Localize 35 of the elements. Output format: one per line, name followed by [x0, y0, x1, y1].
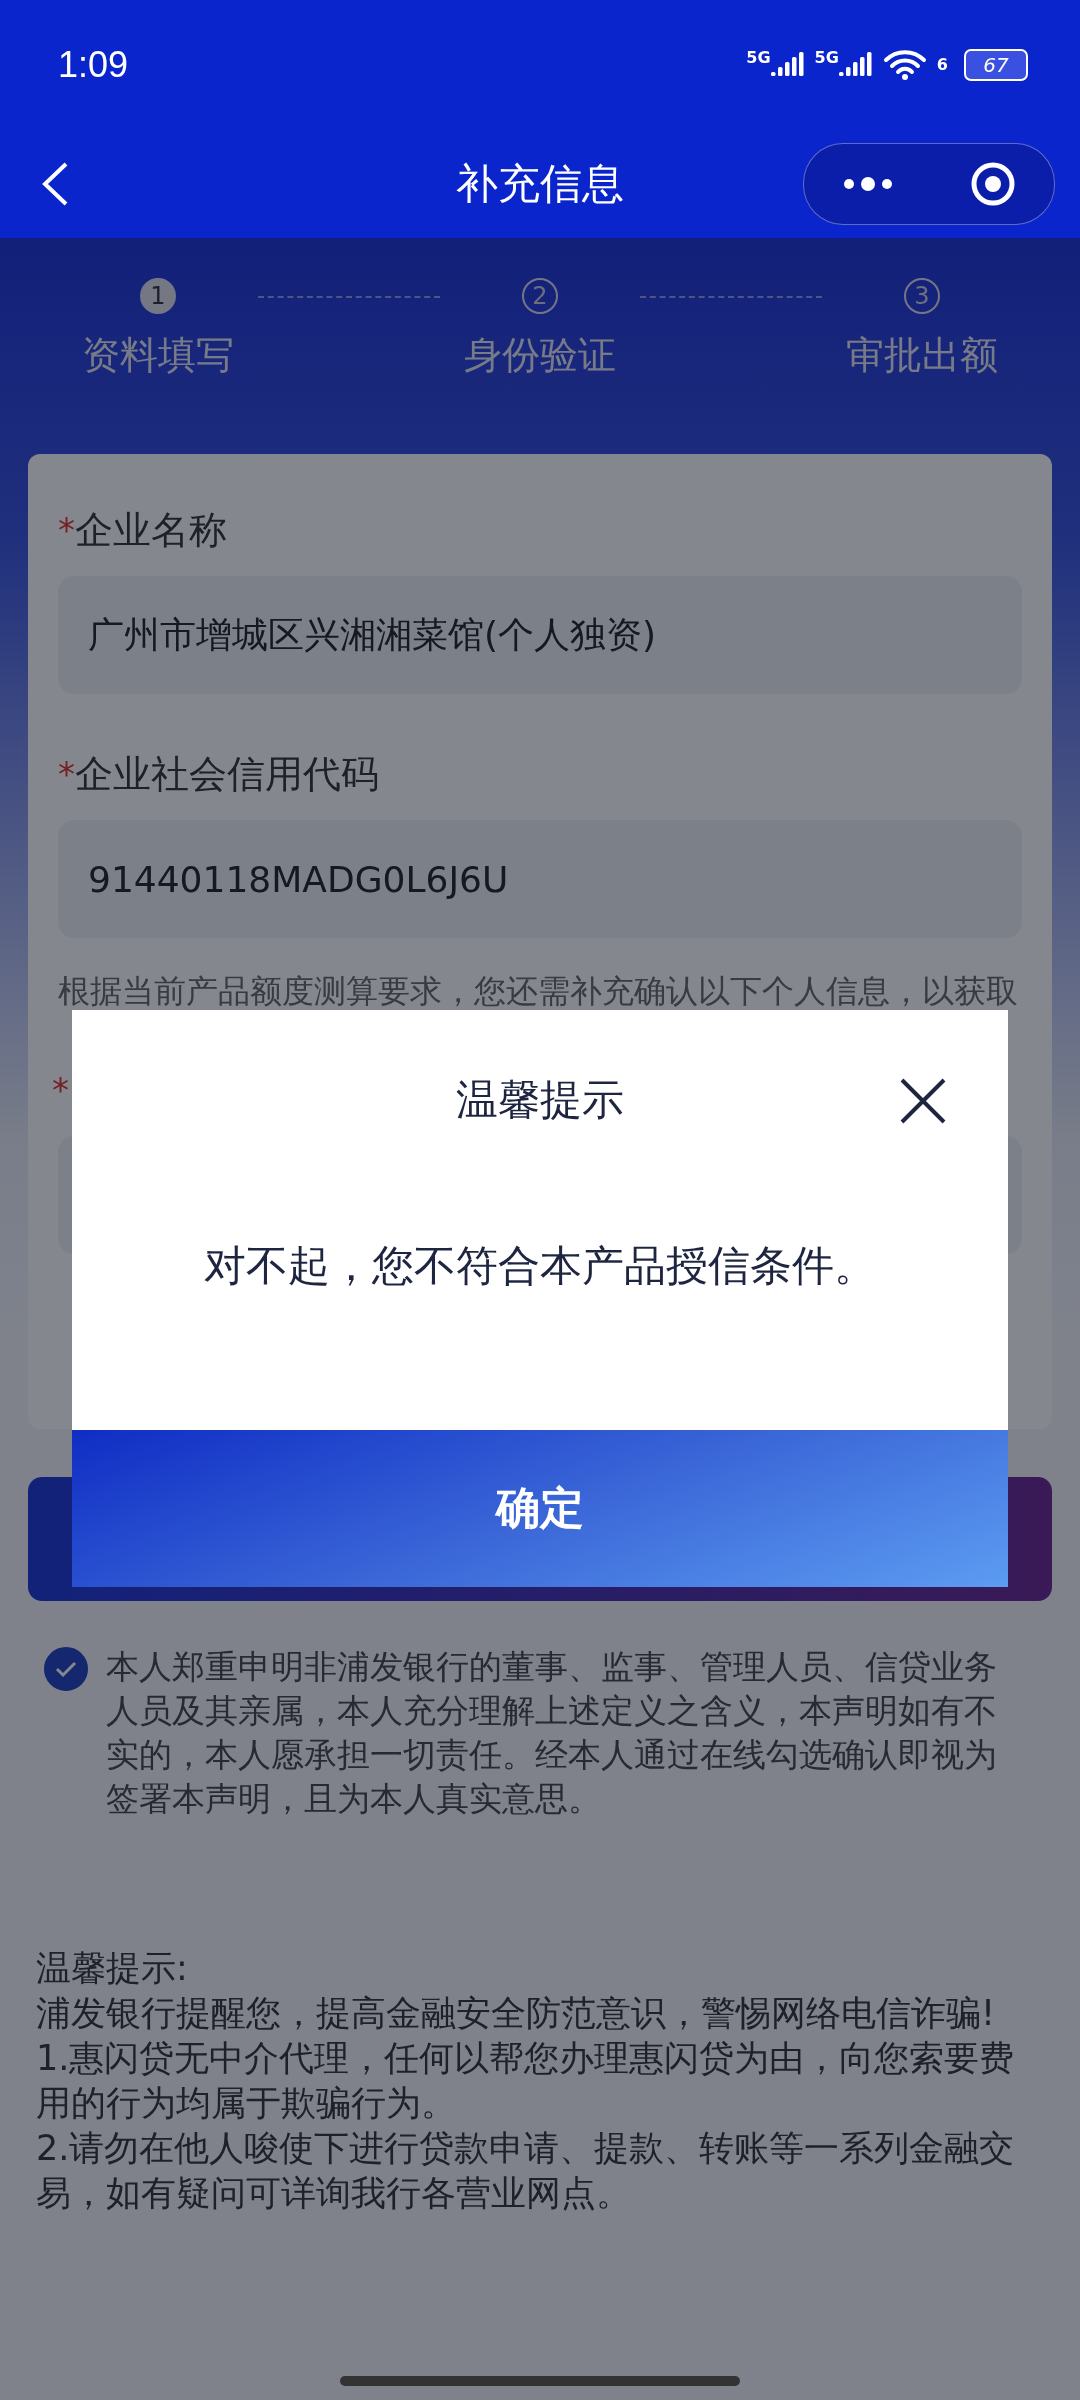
tips-text: 浦发银行提醒您，提高金融安全防范意识，警惕网络电信诈骗! [36, 1992, 997, 2035]
input-field[interactable]: 91440118MADG0L6J6U [58, 820, 1022, 938]
status-time: 1:09 [58, 44, 129, 86]
close-button[interactable] [898, 1076, 948, 1126]
step-number: 3 [904, 278, 940, 314]
page-title: 补充信息 [456, 158, 624, 210]
required-mark: * [58, 510, 75, 550]
network-label: 5G [746, 50, 771, 66]
step-number: 2 [522, 278, 558, 314]
step-label: 身份验证 [464, 332, 616, 379]
tips-title: 温馨提示: [36, 1947, 189, 1990]
battery-indicator: 67 [964, 49, 1028, 81]
confirm-button[interactable]: 确定 [72, 1430, 1008, 1587]
wifi-label: 6 [936, 57, 948, 73]
tips-text: 2.请勿在他人唆使下进行贷款申请、提款、转账等一系列金融交易，如有疑问可详询我行各营业网点。 [36, 2127, 1016, 2215]
required-mark: * [58, 754, 75, 794]
step-number: 1 [140, 278, 176, 314]
input-field[interactable]: 广州市增城区兴湘湘菜馆(个人独资) [58, 576, 1022, 694]
more-icon[interactable] [842, 176, 893, 192]
field-label: 企业名称 [75, 506, 227, 554]
wifi-icon [882, 48, 927, 82]
step-label: 资料填写 [82, 332, 234, 379]
declaration-text: 本人郑重申明非浦发银行的董事、监事、管理人员、信贷业务人员及其亲属，本人充分理解上述定义之含义，本声明如有不实的，本人愿承担一切责任。经本人通过在线勾选确认即视为签署本声明，且为本人真实意思。 [106, 1646, 998, 1820]
required-mark: * [52, 1070, 69, 1110]
dialog-title: 温馨提示 [456, 1074, 624, 1126]
hint-text: 根据当前产品额度测算要求，您还需补充确认以下个人信息，以获取 [58, 971, 1019, 1012]
tips-text: 1.惠闪贷无中介代理，任何以帮您办理惠闪贷为由，向您索要费用的行为均属于欺骗行为。 [36, 2037, 1016, 2125]
network-label: 5G [814, 50, 839, 66]
close-mini-program-icon[interactable] [969, 161, 1016, 207]
step-label: 审批出额 [846, 332, 998, 379]
field-label: 企业社会信用代码 [75, 750, 379, 798]
agree-checkbox[interactable] [44, 1647, 88, 1691]
check-icon [55, 1661, 77, 1677]
dialog-message: 对不起，您不符合本产品授信条件。 [204, 1240, 876, 1292]
back-icon[interactable] [40, 161, 70, 207]
